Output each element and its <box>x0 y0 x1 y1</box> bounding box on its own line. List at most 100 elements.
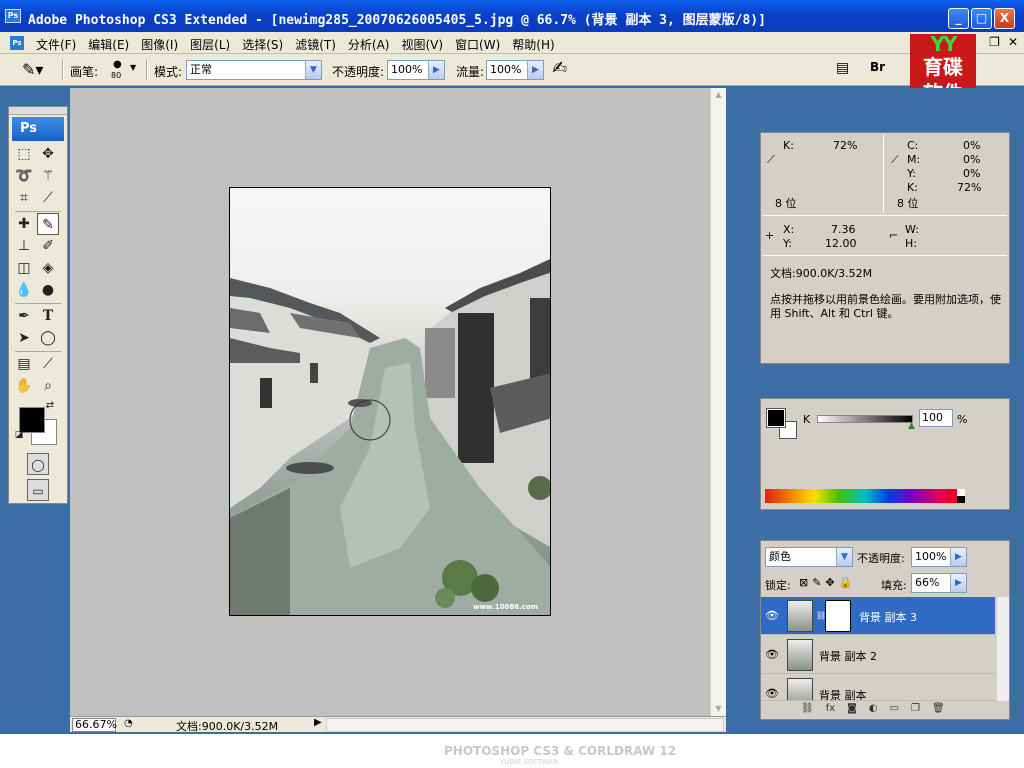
slider-handle-icon[interactable]: ▲ <box>908 421 915 431</box>
brush-tool-preset-icon[interactable]: ✎▾ <box>22 60 43 79</box>
layer-opacity-label: 不透明度: <box>857 552 905 565</box>
swap-colors-icon[interactable]: ⇄ <box>43 399 57 413</box>
layer-opacity-field[interactable]: 100% ▶ <box>911 547 967 567</box>
horizontal-scrollbar[interactable] <box>326 718 724 732</box>
status-menu-icon[interactable]: ◔ <box>124 718 133 729</box>
adjustment-layer-icon[interactable]: ◐ <box>869 703 878 714</box>
clone-stamp-tool-icon[interactable]: ⊥ <box>13 235 35 257</box>
history-brush-tool-icon[interactable]: ✐ <box>37 235 59 257</box>
info-panel: K: 72% ⟋ 8 位 C: 0% ⟋ M: 0% Y: 0% K: 72% … <box>760 132 1010 364</box>
color-fg-swatch[interactable] <box>766 408 786 428</box>
title-bar[interactable]: Ps Adobe Photoshop CS3 Extended - [newim… <box>0 0 1024 32</box>
magic-wand-tool-icon[interactable]: ⚚ <box>37 165 59 187</box>
k-value-field[interactable]: 100 <box>919 409 953 427</box>
quick-mask-icon[interactable]: ◯ <box>27 453 49 475</box>
layers-panel: 颜色 ▼ 不透明度: 100% ▶ 锁定: ⊠✎✥🔒 填充: 66% ▶ 👁 ⛓… <box>760 540 1010 720</box>
path-selection-tool-icon[interactable]: ➤ <box>13 327 35 349</box>
layer-row[interactable]: 👁 背景 副本 <box>761 675 995 701</box>
new-layer-icon[interactable]: ❐ <box>911 703 920 714</box>
screen-mode-icon[interactable]: ▭ <box>27 479 49 501</box>
brush-picker[interactable]: ● 80 ▼ <box>108 59 138 83</box>
menu-help[interactable]: 帮助(H) <box>506 35 560 54</box>
info-w-label: W: <box>905 223 919 236</box>
trash-icon[interactable]: 🗑 <box>932 703 945 714</box>
mode-select[interactable]: 正常 ▼ <box>186 60 322 80</box>
document-icon[interactable]: Ps <box>10 36 24 50</box>
pen-tool-icon[interactable]: ✒ <box>13 305 35 327</box>
divider <box>883 135 884 213</box>
maximize-button[interactable]: □ <box>971 8 992 29</box>
scroll-up-icon[interactable]: ▲ <box>711 88 726 102</box>
menu-file[interactable]: 文件(F) <box>30 35 82 54</box>
visibility-eye-icon[interactable]: 👁 <box>765 609 779 623</box>
add-mask-icon[interactable]: ◙ <box>847 703 857 714</box>
doc-close-icon[interactable]: ✕ <box>1008 35 1018 49</box>
doc-restore-icon[interactable]: ❐ <box>989 35 1000 49</box>
brush-tool-icon[interactable]: ✎ <box>37 213 59 235</box>
zoom-tool-icon[interactable]: ⌕ <box>37 375 59 397</box>
marquee-tool-icon[interactable]: ⬚ <box>13 143 35 165</box>
menu-view[interactable]: 视图(V) <box>395 35 449 54</box>
palette-well-icon[interactable]: ▤ <box>836 60 849 76</box>
lock-icons[interactable]: ⊠✎✥🔒 <box>799 576 856 589</box>
scroll-down-icon[interactable]: ▼ <box>711 702 726 716</box>
ellipse-tool-icon[interactable]: ◯ <box>37 327 59 349</box>
triangle-right-icon[interactable]: ▶ <box>527 61 543 79</box>
dodge-tool-icon[interactable]: ● <box>37 279 59 301</box>
menu-analysis[interactable]: 分析(A) <box>342 35 396 54</box>
new-group-icon[interactable]: ▭ <box>890 703 899 714</box>
slice-tool-icon[interactable]: ⟋ <box>37 187 59 209</box>
lasso-tool-icon[interactable]: ➰ <box>13 165 35 187</box>
zoom-field[interactable]: 66.67% <box>72 718 117 732</box>
k-slider[interactable] <box>817 415 913 423</box>
notes-tool-icon[interactable]: ▤ <box>13 353 35 375</box>
color-ramp[interactable] <box>765 489 963 503</box>
layers-scrollbar[interactable] <box>997 597 1009 701</box>
app-icon[interactable]: Ps <box>5 9 21 23</box>
toolbox-header[interactable] <box>9 107 67 115</box>
info-hint: 点按并拖移以用前景色绘画。要用附加选项，使用 Shift、Alt 和 Ctrl … <box>770 293 1001 320</box>
separator <box>15 303 61 304</box>
menu-select[interactable]: 选择(S) <box>236 35 289 54</box>
menu-edit[interactable]: 编辑(E) <box>82 35 135 54</box>
move-tool-icon[interactable]: ✥ <box>37 143 59 165</box>
triangle-right-icon[interactable]: ▶ <box>950 548 966 566</box>
status-arrow-icon[interactable]: ▶ <box>314 717 322 728</box>
opacity-field[interactable]: 100% ▶ <box>387 60 445 80</box>
close-button[interactable]: X <box>994 8 1015 29</box>
fill-field[interactable]: 66% ▶ <box>911 573 967 593</box>
bridge-icon[interactable]: Br <box>870 60 885 74</box>
paint-bucket-tool-icon[interactable]: ◈ <box>37 257 59 279</box>
toolbox-ps-badge[interactable]: Ps <box>12 117 64 141</box>
blend-mode-select[interactable]: 颜色 ▼ <box>765 547 853 567</box>
menu-window[interactable]: 窗口(W) <box>449 35 506 54</box>
fx-icon[interactable]: fx <box>826 703 835 714</box>
eyedropper-tool-icon[interactable]: ⟋ <box>37 353 59 375</box>
triangle-right-icon[interactable]: ▶ <box>428 61 444 79</box>
document-image[interactable]: www.10086.com <box>229 187 551 616</box>
eraser-tool-icon[interactable]: ◫ <box>13 257 35 279</box>
hand-tool-icon[interactable]: ✋ <box>13 375 35 397</box>
airbrush-icon[interactable]: ✍ <box>552 58 567 79</box>
fill-label: 填充: <box>881 579 907 592</box>
blur-tool-icon[interactable]: 💧 <box>13 279 35 301</box>
layer-mask-thumbnail[interactable] <box>825 600 851 632</box>
default-colors-icon[interactable]: ◪ <box>13 429 25 441</box>
visibility-eye-icon[interactable]: 👁 <box>765 687 779 700</box>
layer-row[interactable]: 👁 背景 副本 2 <box>761 636 995 674</box>
visibility-eye-icon[interactable]: 👁 <box>765 648 779 662</box>
menu-filter[interactable]: 滤镜(T) <box>289 35 342 54</box>
vertical-scrollbar[interactable]: ▲ ▼ <box>710 88 726 716</box>
flow-field[interactable]: 100% ▶ <box>486 60 544 80</box>
minimize-button[interactable]: _ <box>948 8 969 29</box>
link-layers-icon[interactable]: ⛓ <box>801 703 814 714</box>
menu-image[interactable]: 图像(I) <box>135 35 184 54</box>
color-ramp-bw[interactable] <box>957 489 965 503</box>
healing-brush-tool-icon[interactable]: ✚ <box>13 213 35 235</box>
crop-tool-icon[interactable]: ⌗ <box>13 187 35 209</box>
layer-row-selected[interactable]: 👁 ⛓ 背景 副本 3 <box>761 597 995 635</box>
chevron-down-icon: ▼ <box>305 61 321 79</box>
type-tool-icon[interactable]: T <box>37 305 59 327</box>
triangle-right-icon[interactable]: ▶ <box>950 574 966 592</box>
menu-layer[interactable]: 图层(L) <box>184 35 236 54</box>
